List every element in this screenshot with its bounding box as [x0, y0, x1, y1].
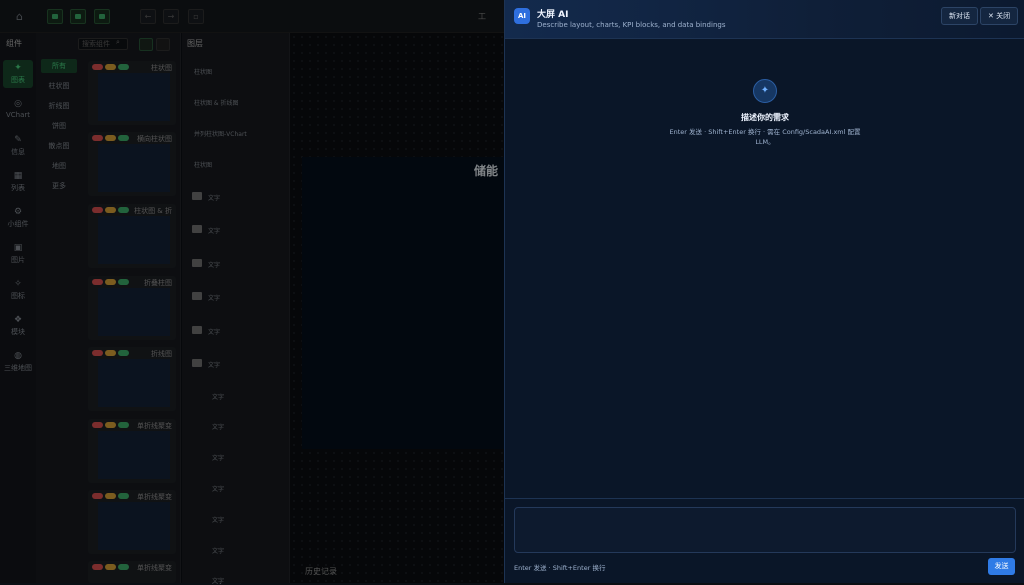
modal-overlay[interactable]: [0, 0, 504, 583]
sparkle-icon: ✦: [753, 79, 777, 103]
prompt-title: 描述你的需求: [741, 113, 789, 122]
ai-panel-title: 大屏 AI: [537, 10, 569, 20]
send-button[interactable]: 发送: [988, 558, 1015, 575]
close-button[interactable]: ✕ 关闭: [980, 7, 1019, 25]
message-input[interactable]: [514, 507, 1016, 553]
ai-input-footer: Enter 发送 · Shift+Enter 换行 发送: [505, 498, 1024, 583]
ai-assistant-panel: AI 大屏 AI Describe layout, charts, KPI bl…: [504, 0, 1024, 583]
ai-logo-icon: AI: [514, 8, 530, 24]
ai-panel-subtitle: Describe layout, charts, KPI blocks, and…: [537, 21, 726, 29]
input-hint: Enter 发送 · Shift+Enter 换行: [514, 564, 606, 572]
new-chat-button[interactable]: 新对话: [941, 7, 978, 25]
ai-panel-header: AI 大屏 AI Describe layout, charts, KPI bl…: [505, 0, 1024, 39]
prompt-hint: Enter 发送 · Shift+Enter 换行 · 需在 Config/Sc…: [669, 128, 861, 146]
